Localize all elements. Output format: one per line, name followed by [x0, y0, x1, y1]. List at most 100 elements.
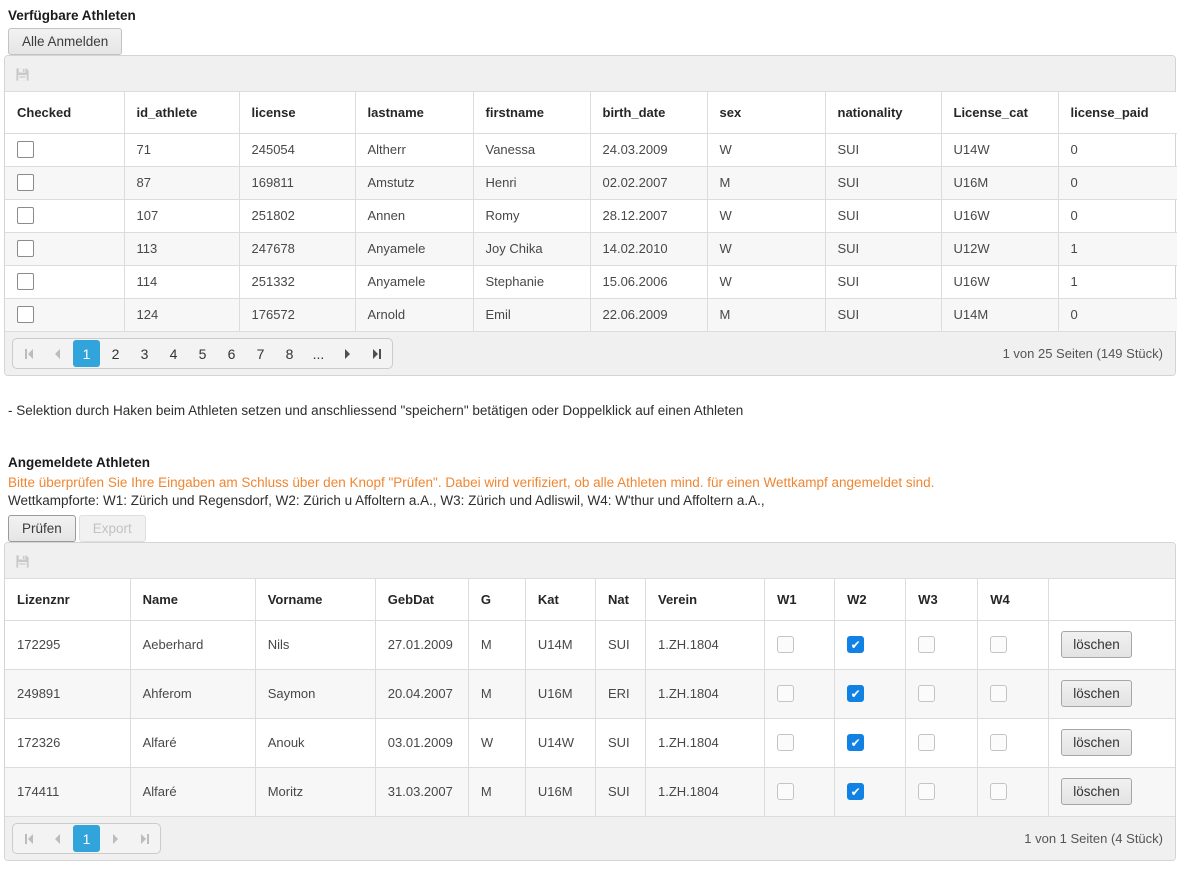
arrow-left-icon: [55, 834, 60, 844]
page-number-button[interactable]: 1: [73, 340, 100, 367]
w1-checkbox[interactable]: [777, 636, 794, 653]
column-header-license: license: [239, 92, 355, 133]
last-page-button[interactable]: [131, 825, 158, 852]
w1-checkbox[interactable]: [777, 783, 794, 800]
cell-id_athlete: 124: [124, 298, 239, 331]
row-select-checkbox[interactable]: [17, 174, 34, 191]
available-grid-pagerbar: 12345678... 1 von 25 Seiten (149 Stück): [5, 331, 1175, 375]
registered-actions: Prüfen Export: [8, 515, 1176, 542]
column-header-sex: sex: [707, 92, 825, 133]
w4-checkbox[interactable]: [990, 783, 1007, 800]
page-number-button[interactable]: 6: [218, 340, 245, 367]
cell-sex: W: [707, 265, 825, 298]
page-number-button[interactable]: 5: [189, 340, 216, 367]
check-button[interactable]: Prüfen: [8, 515, 76, 542]
cell-kat: U14W: [525, 718, 595, 767]
cell-w4: [978, 767, 1049, 816]
w3-checkbox[interactable]: [918, 685, 935, 702]
cell-lastname: Arnold: [355, 298, 473, 331]
cell-license: 169811: [239, 166, 355, 199]
column-header-lizenznr: Lizenznr: [5, 579, 130, 620]
row-select-checkbox[interactable]: [17, 240, 34, 257]
column-header-checked: Checked: [5, 92, 124, 133]
last-page-button[interactable]: [363, 340, 390, 367]
page-number-button[interactable]: 7: [247, 340, 274, 367]
first-page-icon: [25, 349, 27, 359]
w4-checkbox[interactable]: [990, 734, 1007, 751]
next-page-button[interactable]: [102, 825, 129, 852]
column-header-firstname: firstname: [473, 92, 590, 133]
page-number-button[interactable]: 1: [73, 825, 100, 852]
available-athletes-grid: Checked id_athlete license lastname firs…: [4, 55, 1176, 376]
cell-firstname: Romy: [473, 199, 590, 232]
delete-button[interactable]: löschen: [1061, 680, 1132, 707]
cell-firstname: Joy Chika: [473, 232, 590, 265]
registered-table-row: 172295AeberhardNils27.01.2009MU14MSUI1.Z…: [5, 620, 1175, 669]
registered-table-row: 172326AlfaréAnouk03.01.2009WU14WSUI1.ZH.…: [5, 718, 1175, 767]
w1-checkbox[interactable]: [777, 734, 794, 751]
available-table-row: 124176572ArnoldEmil22.06.2009MSUIU14M0: [5, 298, 1177, 331]
cell-checked: [5, 166, 124, 199]
w2-checkbox[interactable]: ✔: [847, 783, 864, 800]
row-select-checkbox[interactable]: [17, 141, 34, 158]
page-number-button[interactable]: 8: [276, 340, 303, 367]
cell-w3: [906, 620, 978, 669]
more-pages-button[interactable]: ...: [305, 340, 332, 367]
prev-page-button[interactable]: [44, 825, 71, 852]
delete-button[interactable]: löschen: [1061, 631, 1132, 658]
first-page-icon: [25, 834, 27, 844]
row-select-checkbox[interactable]: [17, 306, 34, 323]
cell-checked: [5, 298, 124, 331]
w4-checkbox[interactable]: [990, 685, 1007, 702]
w3-checkbox[interactable]: [918, 636, 935, 653]
column-header-w1: W1: [765, 579, 835, 620]
w2-checkbox[interactable]: ✔: [847, 636, 864, 653]
first-page-button[interactable]: [15, 825, 42, 852]
registered-athletes-title: Angemeldete Athleten: [8, 455, 1176, 470]
cell-kat: U16M: [525, 767, 595, 816]
w2-checkbox[interactable]: ✔: [847, 734, 864, 751]
page-number-button[interactable]: 2: [102, 340, 129, 367]
w3-checkbox[interactable]: [918, 783, 935, 800]
cell-license_cat: U14M: [941, 298, 1058, 331]
cell-gebdat: 20.04.2007: [375, 669, 468, 718]
delete-button[interactable]: löschen: [1061, 778, 1132, 805]
w3-checkbox[interactable]: [918, 734, 935, 751]
cell-verein: 1.ZH.1804: [645, 718, 764, 767]
cell-w2: ✔: [835, 620, 906, 669]
register-all-button[interactable]: Alle Anmelden: [8, 28, 122, 55]
cell-license_paid: 1: [1058, 265, 1177, 298]
page-number-button[interactable]: 3: [131, 340, 158, 367]
arrow-left-icon: [28, 834, 33, 844]
cell-vorname: Nils: [255, 620, 375, 669]
w4-checkbox[interactable]: [990, 636, 1007, 653]
cell-nat: SUI: [595, 767, 645, 816]
export-button[interactable]: Export: [79, 515, 146, 542]
row-select-checkbox[interactable]: [17, 207, 34, 224]
cell-nationality: SUI: [825, 232, 941, 265]
cell-w4: [978, 718, 1049, 767]
cell-license_cat: U16M: [941, 166, 1058, 199]
available-pager: 12345678...: [12, 338, 393, 369]
registered-pager: 1: [12, 823, 161, 854]
available-athletes-table: Checked id_athlete license lastname firs…: [5, 92, 1177, 331]
arrow-right-icon: [373, 349, 378, 359]
delete-button[interactable]: löschen: [1061, 729, 1132, 756]
column-header-license-cat: License_cat: [941, 92, 1058, 133]
cell-nat: SUI: [595, 620, 645, 669]
page-number-button[interactable]: 4: [160, 340, 187, 367]
cell-firstname: Emil: [473, 298, 590, 331]
save-icon: [15, 554, 30, 569]
cell-firstname: Stephanie: [473, 265, 590, 298]
cell-license: 251802: [239, 199, 355, 232]
prev-page-button[interactable]: [44, 340, 71, 367]
w1-checkbox[interactable]: [777, 685, 794, 702]
arrow-right-icon: [141, 834, 146, 844]
cell-nat: SUI: [595, 718, 645, 767]
row-select-checkbox[interactable]: [17, 273, 34, 290]
registered-grid-pagerbar: 1 1 von 1 Seiten (4 Stück): [5, 816, 1175, 860]
registered-table-row: 174411AlfaréMoritz31.03.2007MU16MSUI1.ZH…: [5, 767, 1175, 816]
next-page-button[interactable]: [334, 340, 361, 367]
first-page-button[interactable]: [15, 340, 42, 367]
w2-checkbox[interactable]: ✔: [847, 685, 864, 702]
